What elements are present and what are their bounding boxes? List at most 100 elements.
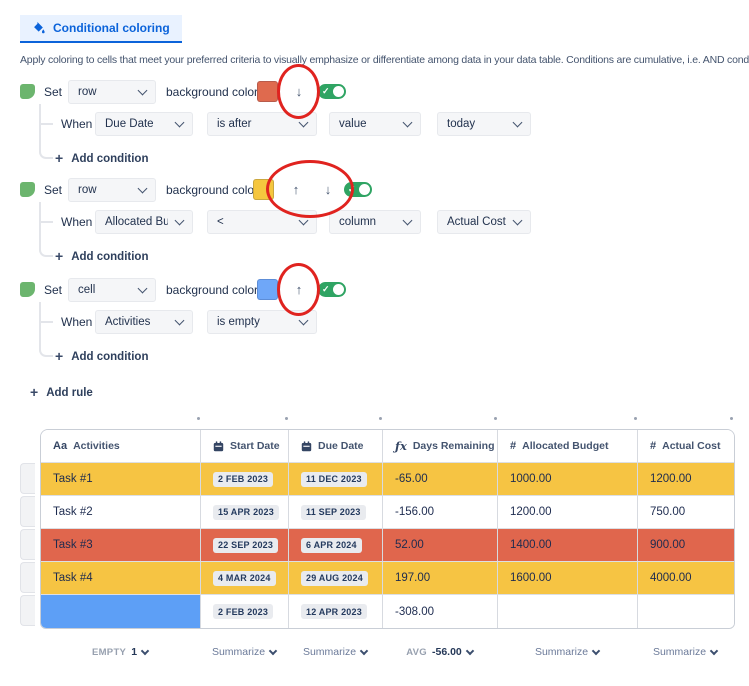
summary-allocated-budget[interactable]: Summarize <box>497 642 637 662</box>
row-drag-handle[interactable] <box>20 595 35 626</box>
cell-due-date[interactable]: 12 APR 2023 <box>289 595 383 628</box>
cell-activities[interactable]: Task #2 <box>41 496 201 528</box>
column-resize-handle[interactable] <box>379 417 382 420</box>
column-header-activities[interactable]: Aa Activities <box>41 430 201 462</box>
column-header-start-date[interactable]: Start Date <box>201 430 289 462</box>
summary-actual-cost[interactable]: Summarize <box>637 642 733 662</box>
summary-start-date[interactable]: Summarize <box>200 642 288 662</box>
column-header-due-date[interactable]: Due Date <box>289 430 383 462</box>
rule-3-color-swatch[interactable] <box>257 279 278 300</box>
cell-days-remaining[interactable]: 52.00 <box>383 529 498 561</box>
rule-1-operator-select[interactable]: is after <box>207 112 317 136</box>
cell-due-date[interactable]: 29 AUG 2024 <box>289 562 383 594</box>
plus-icon: + <box>30 384 38 401</box>
row-drag-handle[interactable] <box>20 562 35 593</box>
rule-drag-handle-icon[interactable] <box>20 182 35 197</box>
cell-actual-cost[interactable] <box>638 595 734 628</box>
panel-description: Apply coloring to cells that meet your p… <box>20 54 749 66</box>
rule-2-compare-type-select[interactable]: column <box>329 210 421 234</box>
cell-days-remaining[interactable]: 197.00 <box>383 562 498 594</box>
set-label: Set <box>44 80 62 104</box>
rule-1-field-select[interactable]: Due Date <box>95 112 193 136</box>
rule-1-compare-type-select[interactable]: value <box>329 112 421 136</box>
check-icon: ✓ <box>348 182 356 197</box>
row-drag-handle[interactable] <box>20 463 35 494</box>
cell-actual-cost[interactable]: 1200.00 <box>638 463 734 495</box>
column-resize-handle[interactable] <box>285 417 288 420</box>
rule-1-add-condition-button[interactable]: + Add condition <box>55 150 148 167</box>
cell-allocated-budget[interactable]: 1000.00 <box>498 463 638 495</box>
cell-actual-cost[interactable]: 900.00 <box>638 529 734 561</box>
summary-due-date[interactable]: Summarize <box>288 642 382 662</box>
summary-activities[interactable]: EMPTY 1 <box>40 642 200 662</box>
cell-activities-empty[interactable] <box>41 595 201 628</box>
rule-2-field-select[interactable]: Allocated Bu... <box>95 210 193 234</box>
number-type-icon: # <box>650 440 656 452</box>
cell-activities[interactable]: Task #4 <box>41 562 201 594</box>
rule-2-set-row: Set row background color to ↑ ↓ ✓ <box>0 178 749 202</box>
toggle-knob <box>333 284 344 295</box>
rule-1-color-swatch[interactable] <box>257 81 278 102</box>
cell-due-date[interactable]: 11 DEC 2023 <box>289 463 383 495</box>
column-header-days-remaining[interactable]: ƒx Days Remaining <box>383 430 498 462</box>
rule-2-operator-select[interactable]: < <box>207 210 317 234</box>
table-row: Task #4 4 MAR 2024 29 AUG 2024 197.00 16… <box>41 562 734 595</box>
rule-drag-handle-icon[interactable] <box>20 84 35 99</box>
rule-2-move-down-button[interactable]: ↓ <box>320 178 336 202</box>
tab-label: Conditional coloring <box>53 21 170 35</box>
chevron-down-icon <box>299 215 309 225</box>
rule-2: Set row background color to ↑ ↓ ✓ When A… <box>0 178 749 274</box>
cell-start-date[interactable]: 2 FEB 2023 <box>201 463 289 495</box>
add-rule-button[interactable]: + Add rule <box>30 384 93 401</box>
cell-start-date[interactable]: 2 FEB 2023 <box>201 595 289 628</box>
rule-2-target-select[interactable]: row <box>68 178 156 202</box>
cell-actual-cost[interactable]: 750.00 <box>638 496 734 528</box>
rule-drag-handle-icon[interactable] <box>20 282 35 297</box>
cell-days-remaining[interactable]: -65.00 <box>383 463 498 495</box>
cell-allocated-budget[interactable]: 1400.00 <box>498 529 638 561</box>
rule-2-move-up-button[interactable]: ↑ <box>288 178 304 202</box>
cell-start-date[interactable]: 4 MAR 2024 <box>201 562 289 594</box>
cell-allocated-budget[interactable] <box>498 595 638 628</box>
column-resize-handle[interactable] <box>634 417 637 420</box>
rule-3-field-select[interactable]: Activities <box>95 310 193 334</box>
cell-due-date[interactable]: 11 SEP 2023 <box>289 496 383 528</box>
rule-1-move-down-button[interactable]: ↓ <box>291 80 307 104</box>
column-header-actual-cost[interactable]: # Actual Cost <box>638 430 734 462</box>
cell-allocated-budget[interactable]: 1600.00 <box>498 562 638 594</box>
rule-2-enabled-toggle[interactable]: ✓ <box>344 182 372 197</box>
rule-3-set-row: Set cell background color to ↑ ✓ <box>0 278 749 302</box>
cell-due-date[interactable]: 6 APR 2024 <box>289 529 383 561</box>
cell-allocated-budget[interactable]: 1200.00 <box>498 496 638 528</box>
tab-conditional-coloring[interactable]: Conditional coloring <box>20 15 182 43</box>
column-resize-handle[interactable] <box>730 417 733 420</box>
cell-days-remaining[interactable]: -308.00 <box>383 595 498 628</box>
cell-start-date[interactable]: 22 SEP 2023 <box>201 529 289 561</box>
rule-1-target-select[interactable]: row <box>68 80 156 104</box>
cell-days-remaining[interactable]: -156.00 <box>383 496 498 528</box>
rule-3-move-up-button[interactable]: ↑ <box>291 278 307 302</box>
rule-1-value-select[interactable]: today <box>437 112 531 136</box>
cell-actual-cost[interactable]: 4000.00 <box>638 562 734 594</box>
column-resize-handle[interactable] <box>197 417 200 420</box>
rule-2-add-condition-button[interactable]: + Add condition <box>55 248 148 265</box>
rule-2-color-swatch[interactable] <box>253 179 274 200</box>
rule-3-target-select[interactable]: cell <box>68 278 156 302</box>
summary-days-remaining[interactable]: AVG -56.00 <box>382 642 497 662</box>
rule-3-operator-select[interactable]: is empty <box>207 310 317 334</box>
rule-2-value-select[interactable]: Actual Cost <box>437 210 531 234</box>
chevron-down-icon <box>710 646 718 654</box>
chevron-down-icon <box>138 183 148 193</box>
cell-activities[interactable]: Task #3 <box>41 529 201 561</box>
rule-3-enabled-toggle[interactable]: ✓ <box>318 282 346 297</box>
cell-start-date[interactable]: 15 APR 2023 <box>201 496 289 528</box>
chevron-down-icon <box>269 646 277 654</box>
cell-activities[interactable]: Task #1 <box>41 463 201 495</box>
row-drag-handle[interactable] <box>20 529 35 560</box>
rule-3-add-condition-button[interactable]: + Add condition <box>55 348 148 365</box>
column-header-allocated-budget[interactable]: # Allocated Budget <box>498 430 638 462</box>
chevron-down-icon <box>175 117 185 127</box>
rule-1-enabled-toggle[interactable]: ✓ <box>318 84 346 99</box>
column-resize-handle[interactable] <box>494 417 497 420</box>
row-drag-handle[interactable] <box>20 496 35 527</box>
